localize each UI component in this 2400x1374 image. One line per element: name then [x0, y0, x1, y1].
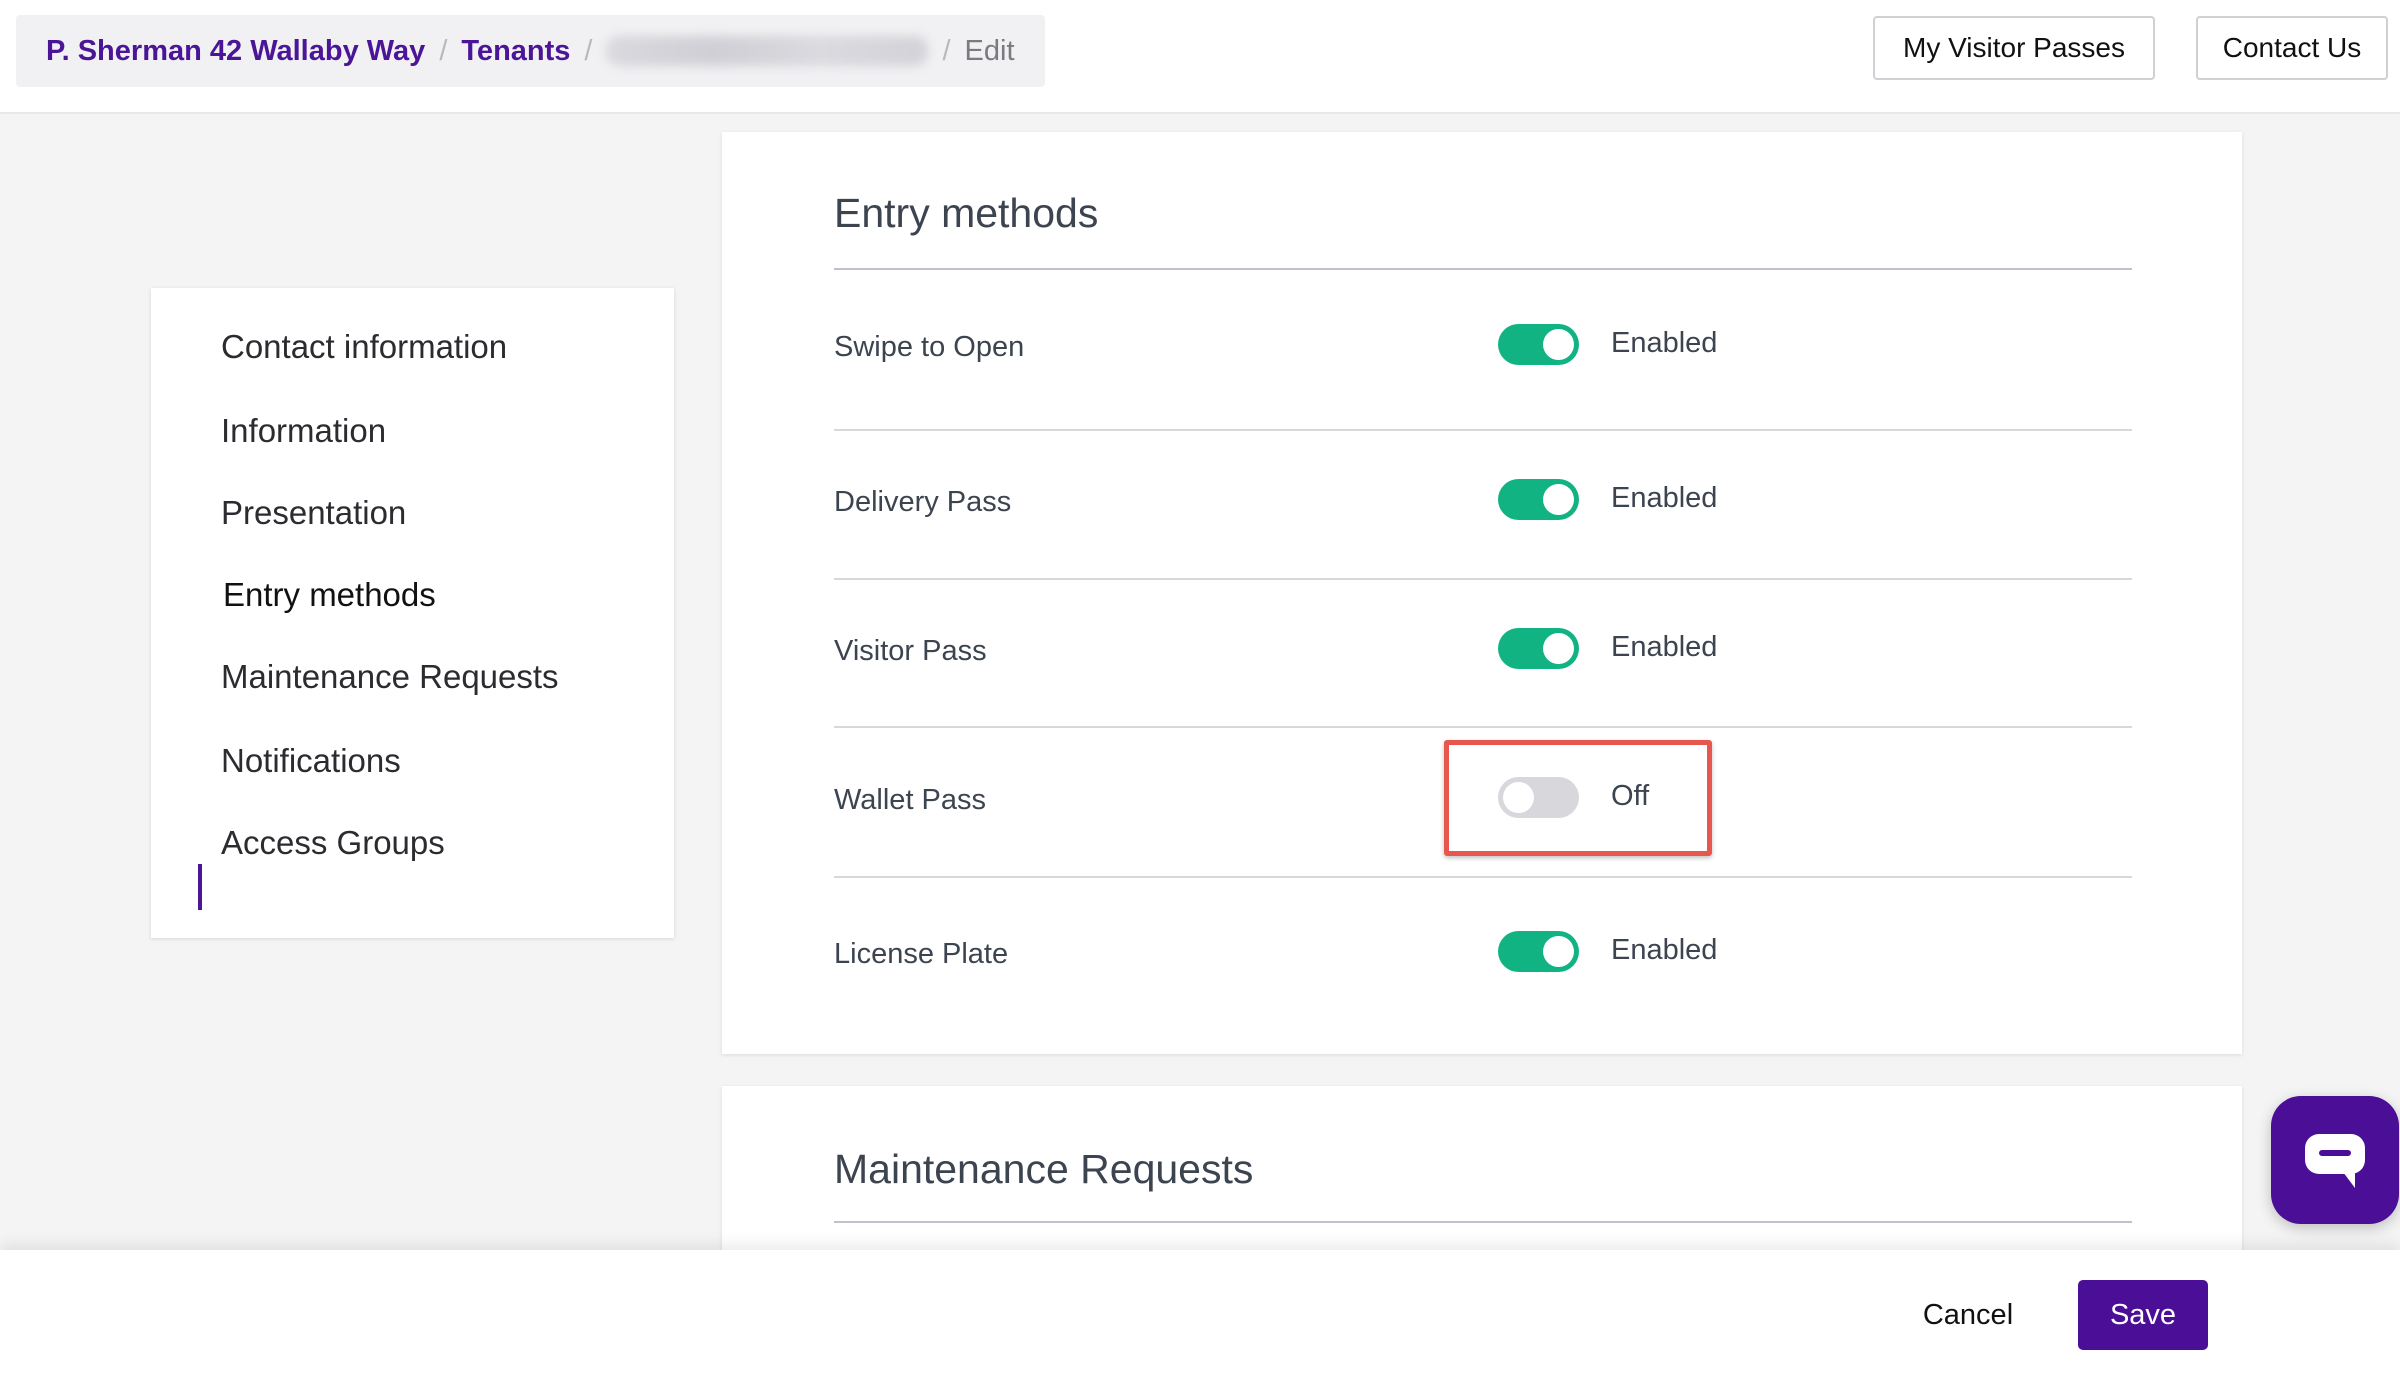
- entry-methods-title: Entry methods: [834, 190, 1099, 236]
- maintenance-requests-title: Maintenance Requests: [834, 1146, 1254, 1192]
- row-label-delivery-pass: Delivery Pass: [834, 486, 1012, 518]
- cancel-button[interactable]: Cancel: [1898, 1280, 2038, 1350]
- breadcrumb-separator: /: [584, 34, 593, 67]
- toggle-knob: [1543, 633, 1574, 664]
- wallet-pass-highlight-box: [1444, 740, 1712, 856]
- breadcrumb: P. Sherman 42 Wallaby Way / Tenants / / …: [16, 15, 1045, 87]
- breadcrumb-current: Edit: [964, 34, 1015, 67]
- license-plate-toggle[interactable]: [1498, 931, 1579, 972]
- row-divider: [834, 726, 2132, 728]
- swipe-to-open-state: Enabled: [1611, 327, 1718, 359]
- nav-item-information[interactable]: Information: [221, 412, 386, 450]
- title-divider: [834, 1221, 2132, 1223]
- license-plate-state: Enabled: [1611, 934, 1718, 966]
- swipe-to-open-toggle[interactable]: [1498, 324, 1579, 365]
- nav-item-contact-information[interactable]: Contact information: [221, 328, 507, 366]
- breadcrumb-tenant-redacted[interactable]: [606, 36, 929, 66]
- section-nav: Contact information Information Presenta…: [151, 288, 674, 938]
- nav-item-access-groups[interactable]: Access Groups: [221, 824, 445, 862]
- row-label-swipe-to-open: Swipe to Open: [834, 331, 1025, 363]
- footer-action-bar: Cancel Save: [0, 1250, 2400, 1374]
- save-button[interactable]: Save: [2078, 1280, 2208, 1350]
- entry-methods-card: Entry methods Swipe to Open Enabled Deli…: [722, 132, 2242, 1054]
- row-label-wallet-pass: Wallet Pass: [834, 784, 987, 816]
- row-label-license-plate: License Plate: [834, 938, 1009, 970]
- toggle-knob: [1543, 329, 1574, 360]
- row-label-visitor-pass: Visitor Pass: [834, 635, 987, 667]
- delivery-pass-toggle[interactable]: [1498, 479, 1579, 520]
- visitor-pass-state: Enabled: [1611, 631, 1718, 663]
- row-divider: [834, 578, 2132, 580]
- nav-item-maintenance-requests[interactable]: Maintenance Requests: [221, 658, 559, 696]
- nav-item-notifications[interactable]: Notifications: [221, 742, 401, 780]
- row-divider: [834, 429, 2132, 431]
- top-bar: P. Sherman 42 Wallaby Way / Tenants / / …: [0, 0, 2400, 114]
- nav-item-presentation[interactable]: Presentation: [221, 494, 406, 532]
- title-divider: [834, 268, 2132, 270]
- visitor-pass-toggle[interactable]: [1498, 628, 1579, 669]
- toggle-knob: [1543, 936, 1574, 967]
- toggle-knob: [1543, 484, 1574, 515]
- row-divider: [834, 876, 2132, 878]
- active-nav-indicator: [198, 864, 202, 910]
- delivery-pass-state: Enabled: [1611, 482, 1718, 514]
- breadcrumb-separator: /: [439, 34, 448, 67]
- chat-launcher-button[interactable]: [2271, 1096, 2399, 1224]
- breadcrumb-property-link[interactable]: P. Sherman 42 Wallaby Way: [46, 35, 425, 68]
- chat-bubble-icon: [2305, 1134, 2365, 1188]
- breadcrumb-tenants-link[interactable]: Tenants: [461, 35, 570, 68]
- breadcrumb-separator: /: [942, 34, 951, 67]
- my-visitor-passes-button[interactable]: My Visitor Passes: [1873, 16, 2155, 80]
- nav-item-entry-methods[interactable]: Entry methods: [223, 576, 436, 614]
- contact-us-button[interactable]: Contact Us: [2196, 16, 2388, 80]
